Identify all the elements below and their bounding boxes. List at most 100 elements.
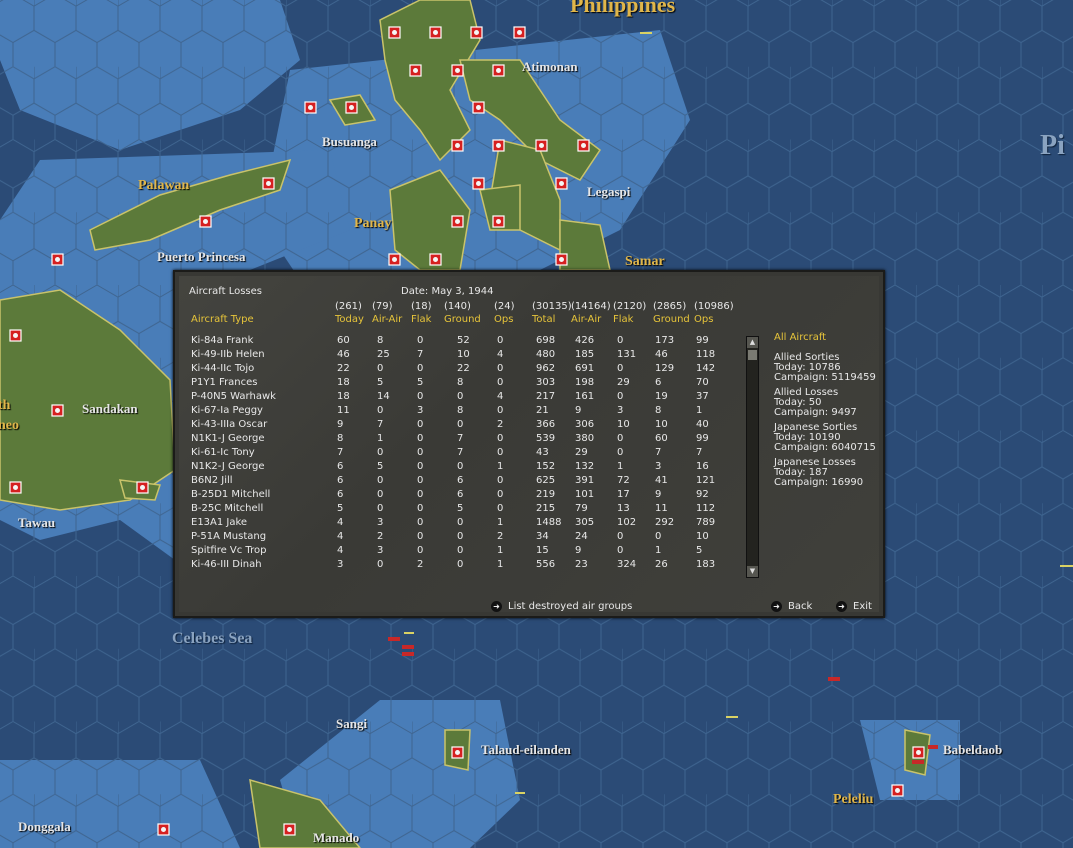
value-cell: 183 [696,559,716,570]
value-cell: 131 [617,349,637,360]
table-row[interactable]: B-25C Mitchell 5 0 0 5 0 215 79 13 11 112 [179,502,739,516]
map-label: Celebes Sea [172,630,253,647]
value-cell: 22 [337,363,350,374]
value-cell: 789 [696,517,716,528]
column-header[interactable]: Air-Air [571,314,601,325]
value-cell: 1 [497,559,504,570]
column-header[interactable]: Ground [653,314,690,325]
value-cell: 46 [655,349,668,360]
table-row[interactable]: Ki-84a Frank 60 8 0 52 0 698 426 0 173 99 [179,334,739,348]
value-cell: 41 [655,475,668,486]
value-cell: 4 [497,349,504,360]
table-row[interactable]: P1Y1 Frances 18 5 5 8 0 303 198 29 6 70 [179,376,739,390]
value-cell: 1 [696,405,703,416]
value-cell: 3 [417,405,424,416]
arrow-right-icon: ➜ [771,601,782,612]
table-row[interactable]: Ki-61-Ic Tony 7 0 0 7 0 43 29 0 7 7 [179,446,739,460]
aircraft-name-cell: Ki-46-III Dinah [191,559,262,570]
value-cell: 0 [497,489,504,500]
aircraft-name-cell: B-25C Mitchell [191,503,264,514]
scroll-down-icon[interactable]: ▼ [747,566,758,577]
value-cell: 426 [575,335,595,346]
value-cell: 0 [617,335,624,346]
column-header[interactable]: Flak [411,314,431,325]
column-header[interactable]: Flak [613,314,633,325]
column-header[interactable]: Total [532,314,555,325]
value-cell: 101 [575,489,595,500]
table-row[interactable]: Ki-67-Ia Peggy 11 0 3 8 0 21 9 3 8 1 [179,404,739,418]
map-label: Donggala [18,819,71,834]
table-row[interactable]: B6N2 Jill 6 0 0 6 0 625 391 72 41 121 [179,474,739,488]
column-header[interactable]: Today [335,314,364,325]
value-cell: 19 [655,391,668,402]
aircraft-name-cell: P1Y1 Frances [191,377,258,388]
value-cell: 7 [655,447,662,458]
value-cell: 9 [337,419,344,430]
table-row[interactable]: P-40N5 Warhawk 18 14 0 0 4 217 161 0 19 37 [179,390,739,404]
aircraft-filter-all[interactable]: All Aircraft [774,333,826,343]
value-cell: 99 [696,335,709,346]
column-header[interactable]: Ops [494,314,513,325]
value-cell: 1 [617,461,624,472]
scroll-up-icon[interactable]: ▲ [747,337,758,348]
dialog-title: Aircraft Losses [189,286,262,297]
japanese-losses-block: Japanese Losses Today: 187 Campaign: 169… [774,458,863,488]
allied-losses-campaign: Campaign: 9497 [774,407,857,418]
value-cell: 0 [617,545,624,556]
table-row[interactable]: N1K1-J George 8 1 0 7 0 539 380 0 60 99 [179,432,739,446]
value-cell: 0 [497,377,504,388]
column-header[interactable]: Air-Air [372,314,402,325]
table-row[interactable]: Spitfire Vc Trop 4 3 0 0 1 15 9 0 1 5 [179,544,739,558]
header-aircraft-type[interactable]: Aircraft Type [191,314,254,325]
value-cell: 15 [536,545,549,556]
scroll-thumb[interactable] [748,350,757,360]
column-header[interactable]: Ops [694,314,713,325]
value-cell: 0 [417,419,424,430]
value-cell: 34 [536,531,549,542]
list-destroyed-air-groups-button[interactable]: ➜ List destroyed air groups [491,601,632,612]
back-button[interactable]: ➜ Back [771,601,812,612]
value-cell: 8 [457,405,464,416]
exit-button[interactable]: ➜ Exit [836,601,872,612]
value-cell: 8 [457,377,464,388]
value-cell: 6 [457,475,464,486]
value-cell: 6 [457,489,464,500]
value-cell: 79 [575,503,588,514]
table-row[interactable]: E13A1 Jake 4 3 0 0 1 1488 305 102 292 789 [179,516,739,530]
table-row[interactable]: Ki-49-IIb Helen 46 25 7 10 4 480 185 131 46 118 [179,348,739,362]
value-cell: 99 [696,433,709,444]
table-row[interactable]: P-51A Mustang 4 2 0 0 2 34 24 0 0 10 [179,530,739,544]
value-cell: 8 [337,433,344,444]
value-cell: 0 [497,363,504,374]
value-cell: 5 [457,503,464,514]
total-value: (18) [411,301,432,312]
map-label: th [0,398,11,413]
value-cell: 366 [536,419,556,430]
table-row[interactable]: B-25D1 Mitchell 6 0 0 6 0 219 101 17 9 92 [179,488,739,502]
value-cell: 18 [337,391,350,402]
map-label: Legaspi [587,184,631,199]
value-cell: 625 [536,475,556,486]
total-value: (140) [444,301,471,312]
value-cell: 391 [575,475,595,486]
value-cell: 2 [497,419,504,430]
value-cell: 305 [575,517,595,528]
value-cell: 324 [617,559,637,570]
table-row[interactable]: Ki-44-IIc Tojo 22 0 0 22 0 962 691 0 129 142 [179,362,739,376]
table-scrollbar[interactable]: ▲ ▼ [746,336,759,578]
map-label: Peleliu [833,792,874,807]
table-row[interactable]: Ki-46-III Dinah 3 0 2 0 1 556 23 324 26 183 [179,558,739,572]
table-row[interactable]: Ki-43-IIIa Oscar 9 7 0 0 2 366 306 10 10 40 [179,418,739,432]
arrow-right-icon: ➜ [491,601,502,612]
value-cell: 24 [575,531,588,542]
value-cell: 0 [497,447,504,458]
value-cell: 7 [457,447,464,458]
map-label: Sandakan [82,401,138,416]
value-cell: 0 [617,433,624,444]
value-cell: 539 [536,433,556,444]
table-row[interactable]: N1K2-J George 6 5 0 0 1 152 132 1 3 16 [179,460,739,474]
value-cell: 6 [337,461,344,472]
value-cell: 11 [337,405,350,416]
column-header[interactable]: Ground [444,314,481,325]
value-cell: 8 [377,335,384,346]
